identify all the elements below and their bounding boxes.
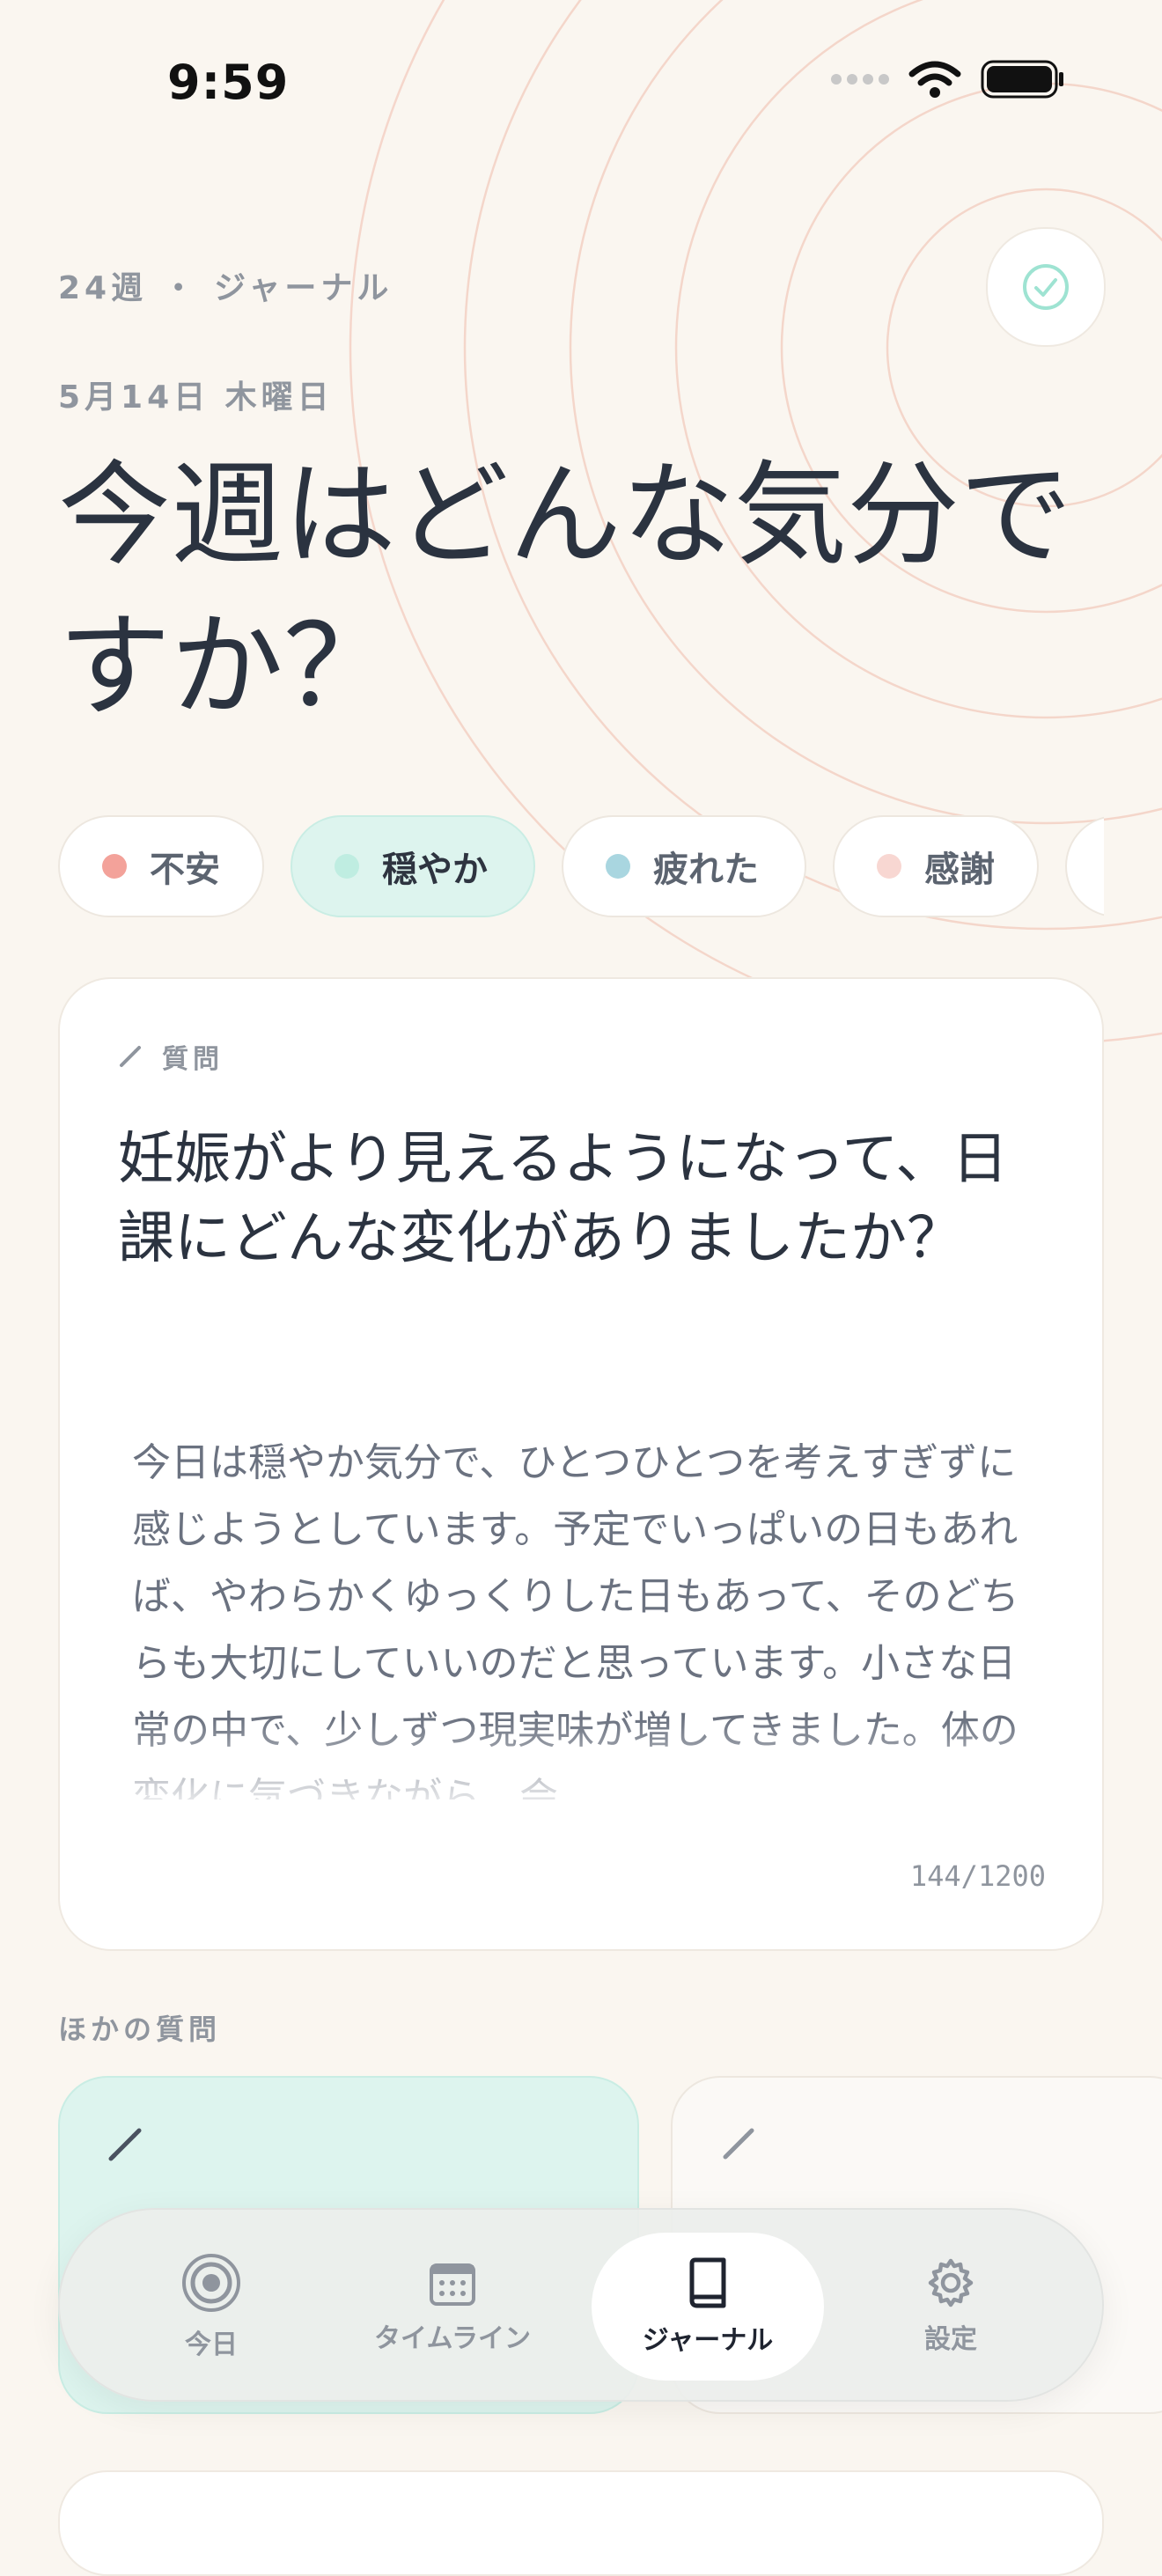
wifi-icon: [908, 61, 961, 98]
question-text: 妊娠がより見えるようになって、日課にどんな変化がありましたか？: [118, 1127, 1009, 1271]
pencil-icon: [120, 1046, 141, 1067]
tab-today[interactable]: 今日: [95, 2233, 327, 2381]
mood-dot: [335, 854, 359, 879]
signal-dots-icon: [831, 74, 889, 85]
battery-icon: [981, 60, 1063, 99]
mood-dot: [877, 854, 901, 879]
tab-timeline[interactable]: タイムライン: [336, 2233, 569, 2381]
week-label: 24週 ・ ジャーナル: [58, 270, 393, 306]
mood-chip-label: 感謝: [924, 850, 995, 890]
mood-chip-anxious[interactable]: 不安: [58, 815, 264, 917]
tab-label: 今日: [185, 2329, 238, 2360]
question-label-row: 質問: [116, 1037, 224, 1076]
check-circle-icon: [1023, 264, 1069, 310]
gear-icon: [928, 2258, 974, 2307]
page-title: 今週はどんな気分ですか？: [58, 450, 1073, 732]
rings-icon: [182, 2254, 240, 2312]
mood-chip-calm[interactable]: 穏やか: [290, 815, 535, 917]
calendar-icon: [430, 2263, 475, 2306]
answer-fade: [118, 1719, 1051, 1803]
character-counter: 144/1200: [909, 1859, 1046, 1893]
tab-bar: 今日 タイムライン ジャーナル 設定: [58, 2208, 1104, 2402]
mood-chip-row: 不安 穏やか 疲れた 感謝: [58, 815, 1104, 921]
book-icon: [689, 2257, 726, 2308]
pencil-icon: [723, 2128, 754, 2160]
mood-chip-label: 穏やか: [382, 850, 488, 890]
pencil-icon: [108, 2128, 142, 2161]
next-card: [58, 2470, 1104, 2576]
other-questions-label: ほかの質問: [58, 2013, 222, 2046]
status-time: 9:59: [167, 55, 290, 110]
mood-chip-tired[interactable]: 疲れた: [562, 815, 806, 917]
tab-journal[interactable]: ジャーナル: [592, 2233, 824, 2381]
tab-settings[interactable]: 設定: [835, 2233, 1067, 2381]
mood-chip-grateful[interactable]: 感謝: [833, 815, 1039, 917]
mood-dot: [102, 854, 127, 879]
date-label: 5月14日 木曜日: [58, 379, 334, 416]
tab-label: ジャーナル: [642, 2325, 774, 2356]
mood-chip-label: 疲れた: [653, 850, 759, 890]
tab-label: 設定: [924, 2324, 977, 2355]
check-button[interactable]: [986, 227, 1106, 347]
tab-label: タイムライン: [374, 2323, 531, 2354]
status-icons: [831, 60, 1065, 99]
question-card: 質問 妊娠がより見えるようになって、日課にどんな変化がありましたか？ 今日は穏や…: [58, 977, 1104, 1951]
mood-chip-label: 不安: [150, 850, 220, 890]
question-label: 質問: [162, 1044, 224, 1075]
mood-chip-more[interactable]: [1065, 815, 1104, 917]
mood-dot: [606, 854, 630, 879]
